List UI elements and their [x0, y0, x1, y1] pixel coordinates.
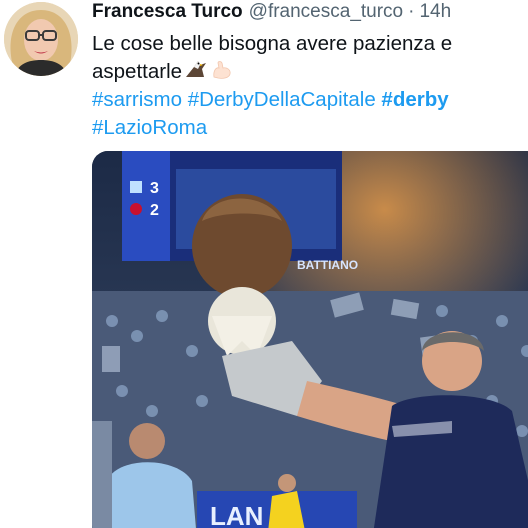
author-handle[interactable]: @francesca_turco	[249, 1, 403, 22]
away-score: 2	[150, 202, 159, 219]
tweet-text-line-1: Le cose belle bisogna avere pazienza e	[92, 32, 453, 55]
author-display-name[interactable]: Francesca Turco	[92, 1, 243, 22]
eagle-emoji-icon	[184, 59, 208, 89]
tweet-text: Le cose belle bisogna avere pazienza e a…	[92, 30, 522, 89]
flexed-biceps-icon	[210, 59, 234, 89]
hashtag-block: #sarrismo #DerbyDellaCapitale #derby #La…	[92, 86, 522, 142]
scoreboard-banner: BATTIANO	[297, 258, 358, 272]
stadium-banner-text: LAN	[210, 501, 263, 528]
tweet-timestamp[interactable]: 14h	[419, 1, 451, 22]
tweet-text-line-2: aspettarle	[92, 58, 522, 89]
stadium-eagle-photo: 3 2 BATTIANO LAN	[92, 151, 528, 528]
hashtag-line-2: #LazioRoma	[92, 114, 522, 142]
tweet-media-photo[interactable]: 3 2 BATTIANO LAN	[92, 151, 528, 528]
hashtag-sarrismo[interactable]: #sarrismo	[92, 88, 182, 111]
home-score: 3	[150, 180, 159, 197]
separator-dot: ·	[408, 1, 415, 22]
tweet[interactable]: Francesca Turco @francesca_turco · 14h Le c…	[0, 0, 528, 528]
hashtag-lazio-roma[interactable]: #LazioRoma	[92, 116, 207, 139]
tweet-text-line-2-text: aspettarle	[92, 60, 183, 83]
tweet-header: Francesca Turco @francesca_turco · 14h	[92, 0, 451, 24]
hashtag-line-1: #sarrismo #DerbyDellaCapitale #derby	[92, 86, 522, 114]
hashtag-derby[interactable]: #derby	[381, 88, 448, 111]
author-avatar[interactable]	[4, 2, 78, 76]
hashtag-derby-della-capitale[interactable]: #DerbyDellaCapitale	[188, 88, 376, 111]
avatar-photo	[4, 2, 78, 76]
